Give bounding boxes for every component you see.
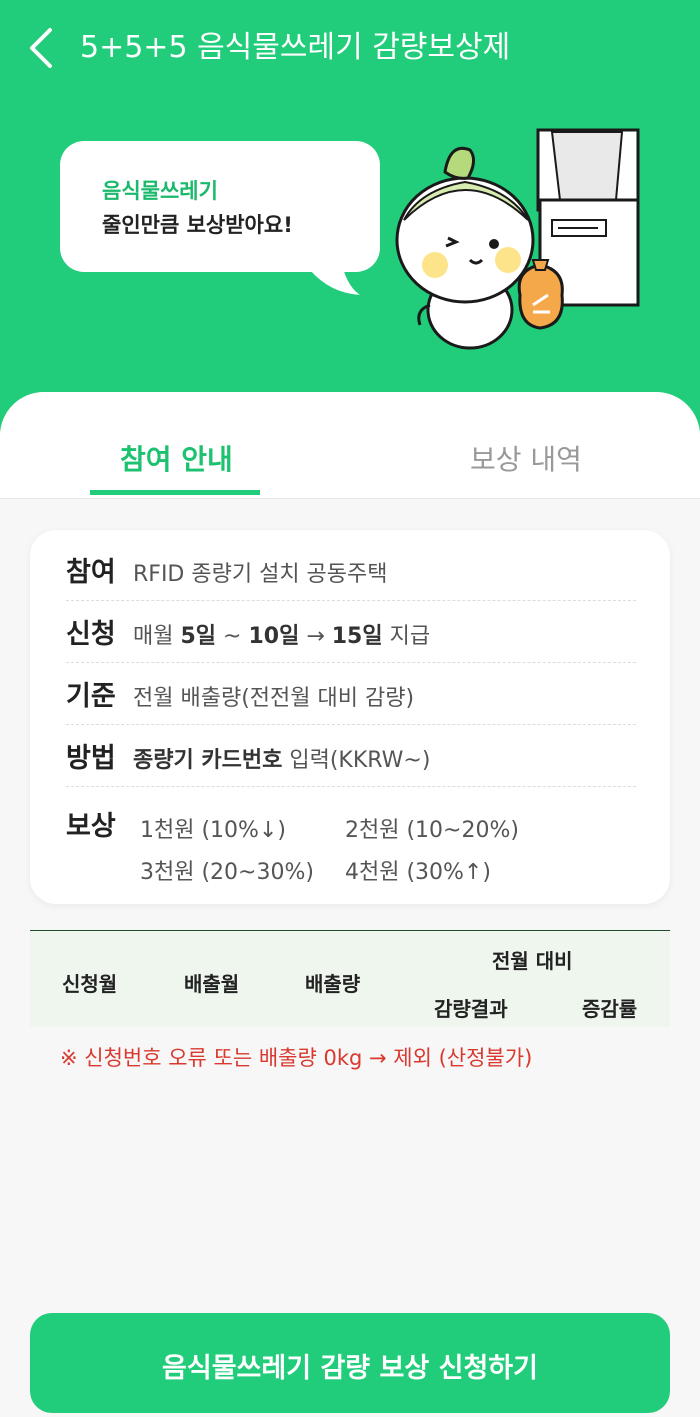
info-key: 보상 — [66, 811, 116, 842]
reward-tier-1: 1천원 (10%↓) — [140, 818, 286, 843]
warning-note: ※ 신청번호 오류 또는 배출량 0kg → 제외 (산정불가) — [60, 1046, 533, 1070]
info-value: 전월 배출량(전전월 대비 감량) — [133, 686, 415, 711]
col-change-rate: 증감률 — [582, 997, 638, 1021]
col-apply-month: 신청월 — [62, 972, 118, 996]
info-row-method: 방법 종량기 카드번호 입력(KKRW~) — [66, 724, 636, 787]
info-key: 기준 — [66, 681, 116, 712]
info-row-participation: 참여 RFID 종량기 설치 공동주택 — [66, 538, 636, 601]
tab-bar: 참여 안내 보상 내역 — [0, 392, 700, 499]
reward-tier-4: 4천원 (30%↑) — [345, 860, 491, 885]
tab-reward-history[interactable]: 보상 내역 — [470, 438, 582, 478]
info-value: 종량기 카드번호 입력(KKRW~) — [133, 748, 431, 773]
info-row-criteria: 기준 전월 배출량(전전월 대비 감량) — [66, 662, 636, 725]
content-sheet: 참여 안내 보상 내역 참여 RFID 종량기 설치 공동주택 신청 매월 5일… — [0, 392, 700, 1417]
bubble-tail — [300, 255, 360, 295]
back-button[interactable] — [22, 22, 62, 74]
col-reduction-result: 감량결과 — [434, 997, 508, 1021]
chevron-left-icon — [30, 28, 52, 68]
bubble-highlight-text: 음식물쓰레기 — [102, 179, 218, 203]
info-key: 방법 — [66, 743, 116, 774]
col-emission-month: 배출월 — [184, 972, 240, 996]
info-card: 참여 RFID 종량기 설치 공동주택 신청 매월 5일 ~ 10일 → 15일… — [30, 530, 670, 904]
apply-reward-button-label: 음식물쓰레기 감량 보상 신청하기 — [162, 1353, 538, 1384]
history-table-header: 신청월 배출월 배출량 전월 대비 감량결과 증감률 — [30, 930, 670, 1027]
col-group-prev-month: 전월 대비 — [492, 949, 573, 973]
info-value: RFID 종량기 설치 공동주택 — [133, 562, 388, 587]
apply-reward-button[interactable]: 음식물쓰레기 감량 보상 신청하기 — [30, 1313, 670, 1413]
info-value: 매월 5일 ~ 10일 → 15일 지급 — [133, 624, 431, 649]
speech-bubble: 음식물쓰레기 줄인만큼 보상받아요! — [60, 141, 380, 272]
mascot-illustration — [395, 128, 640, 350]
col-emission-amount: 배출량 — [305, 972, 361, 996]
info-row-apply: 신청 매월 5일 ~ 10일 → 15일 지급 — [66, 600, 636, 663]
info-key: 신청 — [66, 619, 116, 650]
active-tab-indicator — [90, 490, 260, 495]
reward-tier-3: 3천원 (20~30%) — [140, 860, 314, 885]
reward-tier-2: 2천원 (10~20%) — [345, 818, 519, 843]
bubble-text: 줄인만큼 보상받아요! — [102, 213, 293, 237]
hero-banner: 5+5+5 음식물쓰레기 감량보상제 음식물쓰레기 줄인만큼 보상받아요! — [0, 0, 700, 450]
page-title: 5+5+5 음식물쓰레기 감량보상제 — [80, 30, 511, 65]
tab-participation-guide[interactable]: 참여 안내 — [120, 438, 233, 478]
info-key: 참여 — [66, 557, 116, 588]
